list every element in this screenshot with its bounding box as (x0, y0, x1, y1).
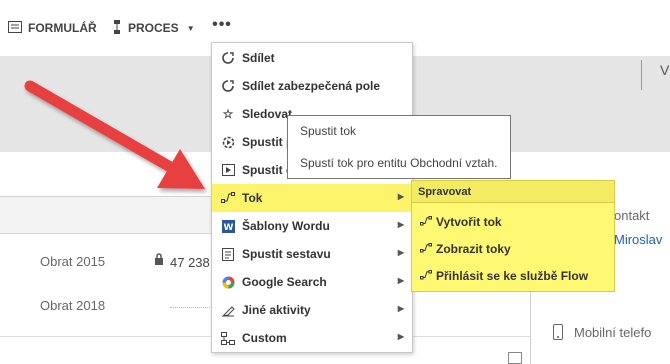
flow-icon (420, 242, 432, 256)
form-icon (8, 20, 22, 36)
run-process-icon (220, 134, 236, 150)
menu-item-label: Sdílet zabezpečená pole (242, 79, 381, 93)
menu-item-label: Tok (242, 191, 263, 205)
menu-item-label: Sdílet (242, 51, 275, 65)
menu-item-label: Spustit sestavu (242, 247, 331, 261)
field-value-obrat-2015[interactable]: 47 238 (170, 255, 210, 270)
phone-icon (553, 324, 563, 343)
menu-item-run-report[interactable]: Spustit sestavu ▶ (212, 240, 412, 268)
custom-icon (220, 330, 236, 346)
menu-item-custom[interactable]: Custom ▶ (212, 324, 412, 352)
field-value-obrat-2018[interactable] (170, 306, 212, 308)
chevron-right-icon: ▶ (397, 248, 404, 257)
lock-icon (154, 253, 164, 268)
chevron-right-icon: ▶ (397, 304, 404, 313)
share-icon (220, 50, 236, 66)
header-divider (641, 60, 642, 90)
tooltip-title: Spustit tok (300, 124, 357, 138)
menu-item-label: Sledovat (242, 107, 293, 121)
flow-submenu: Spravovat Vytvořit tok Zobrazit toky Při… (411, 180, 615, 292)
chevron-down-icon: ▼ (186, 23, 195, 33)
chevron-right-icon: ▶ (397, 332, 404, 341)
menu-item-other-activities[interactable]: Jiné aktivity ▶ (212, 296, 412, 324)
phone-label: Mobilní telefo (574, 325, 652, 340)
contact-label: ontakt (614, 208, 650, 223)
process-button[interactable]: PROCES ▼ (112, 18, 195, 38)
submenu-item-label: Zobrazit toky (436, 242, 511, 256)
word-icon: W (220, 218, 236, 234)
menu-item-label: Jiné aktivity (242, 303, 311, 317)
activity-icon (220, 302, 236, 318)
google-icon (220, 274, 236, 290)
menu-item-share-secure-fields[interactable]: Sdílet zabezpečená pole (212, 72, 412, 100)
field-label-obrat-2018: Obrat 2018 (40, 298, 106, 313)
add-icon[interactable] (508, 352, 522, 364)
svg-text:W: W (223, 223, 233, 233)
menu-item-label: Custom (242, 331, 287, 345)
submenu-item-create-flow[interactable]: Vytvořit tok (420, 215, 502, 229)
header-letter: V (660, 62, 670, 78)
menu-item-label: Šablony Wordu (242, 219, 330, 233)
chevron-right-icon: ▶ (397, 220, 404, 229)
report-icon (220, 246, 236, 262)
field-label-obrat-2015: Obrat 2015 (40, 254, 106, 269)
tooltip: Spustit tok Spustí tok pro entitu Obchod… (287, 115, 511, 179)
submenu-item-sign-in-flow[interactable]: Přihlásit se ke službě Flow (420, 269, 588, 283)
more-commands-menu: Sdílet Sdílet zabezpečená pole ☆ Sledova… (211, 42, 413, 353)
chevron-right-icon: ▶ (397, 192, 404, 201)
process-icon (112, 19, 122, 37)
form-label: FORMULÁŘ (28, 21, 97, 35)
run-dialog-icon (220, 162, 236, 178)
chevron-right-icon: ▶ (397, 276, 404, 285)
more-commands-button[interactable]: ••• (210, 14, 234, 38)
flow-icon (420, 215, 432, 229)
share-secure-icon (220, 78, 236, 94)
menu-item-google-search[interactable]: Google Search ▶ (212, 268, 412, 296)
submenu-header: Spravovat (412, 181, 614, 203)
menu-item-flow[interactable]: Tok ▶ (212, 184, 412, 212)
submenu-item-label: Přihlásit se ke službě Flow (436, 269, 589, 283)
submenu-item-label: Vytvořit tok (436, 215, 502, 229)
submenu-item-view-flows[interactable]: Zobrazit toky (420, 242, 511, 256)
flow-icon (220, 190, 236, 206)
star-icon: ☆ (222, 107, 234, 121)
process-label: PROCES (128, 21, 179, 35)
form-button[interactable]: FORMULÁŘ (8, 18, 97, 38)
contact-name-link[interactable]: Miroslav (614, 232, 662, 247)
tooltip-description: Spustí tok pro entitu Obchodní vztah. (300, 156, 498, 170)
menu-item-label: Google Search (242, 275, 327, 289)
menu-item-word-templates[interactable]: W Šablony Wordu ▶ (212, 212, 412, 240)
flow-icon (420, 269, 432, 283)
menu-item-share[interactable]: Sdílet (212, 44, 412, 72)
